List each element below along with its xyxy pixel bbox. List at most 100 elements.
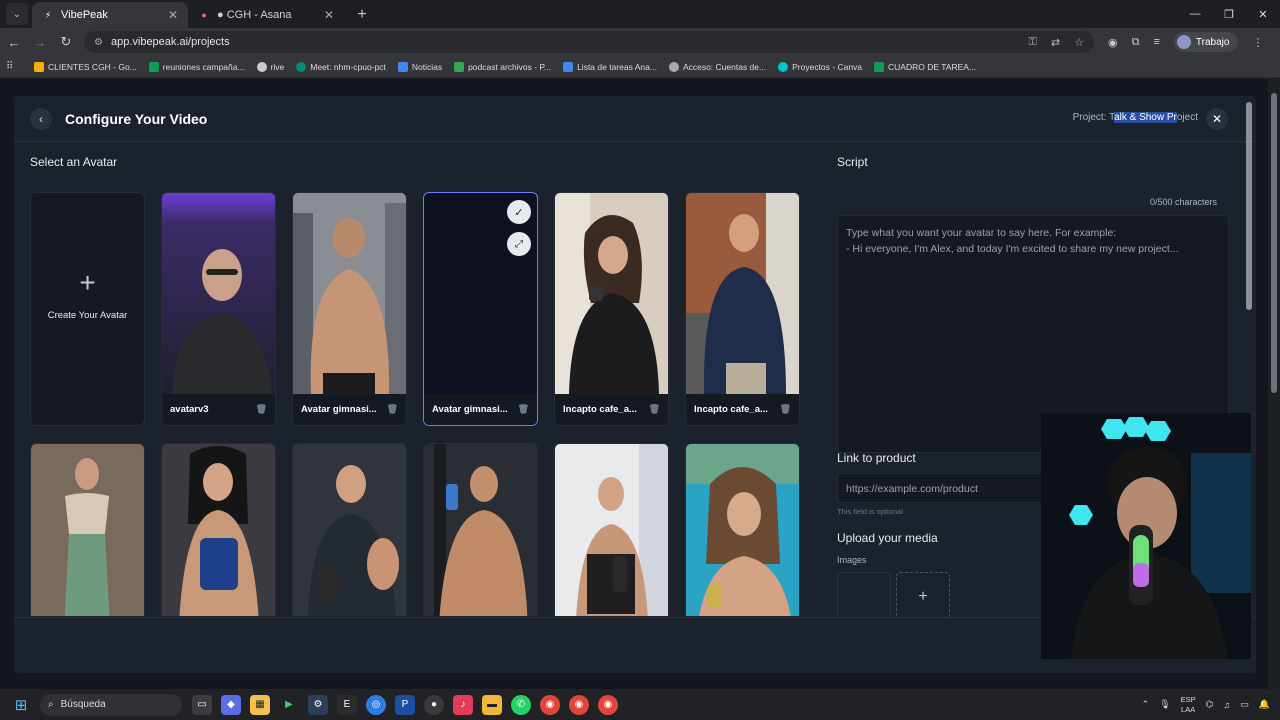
avatar-card-selected[interactable]: ✓ ⤢ Avatar gimnasi... 🗑 bbox=[423, 192, 538, 426]
create-avatar-label: Create Your Avatar bbox=[47, 310, 128, 321]
obs-icon[interactable]: ● bbox=[424, 694, 444, 715]
app-icon[interactable]: ◎ bbox=[366, 694, 386, 715]
page-scrollbar[interactable] bbox=[1268, 79, 1280, 689]
bookmark-item[interactable]: CLIENTES CGH - Go... bbox=[34, 61, 137, 72]
bookmark-item[interactable]: CUADRO DE TAREA... bbox=[874, 61, 977, 72]
scrollbar-thumb[interactable] bbox=[1246, 102, 1252, 310]
bookmark-label: CLIENTES CGH - Go... bbox=[48, 61, 137, 72]
product-link-input[interactable]: https://example.com/product bbox=[837, 473, 1047, 503]
avatar-card[interactable]: Incapto cafe_a... 🗑 bbox=[554, 192, 669, 426]
bookmark-item[interactable]: Proyectos - Canva bbox=[778, 61, 863, 72]
tiktok-icon[interactable]: ♪ bbox=[453, 694, 473, 715]
profile-button[interactable]: Trabajo bbox=[1173, 32, 1239, 52]
back-arrow-icon[interactable]: ← bbox=[2, 35, 26, 50]
link-to-product-title: Link to product bbox=[837, 451, 916, 465]
tab-label: ● CGH - Asana bbox=[217, 9, 292, 21]
address-bar[interactable]: ⚙ app.vibepeak.ai/projects ⚿ ⇄ ☆ bbox=[84, 31, 1094, 53]
create-avatar-card[interactable]: + Create Your Avatar bbox=[30, 192, 145, 426]
avatar-card[interactable] bbox=[685, 443, 800, 616]
bookmark-item[interactable]: Noticias bbox=[397, 61, 442, 72]
avatar-card[interactable] bbox=[554, 443, 669, 616]
expand-icon[interactable]: ⤢ bbox=[507, 232, 531, 256]
bookmark-item[interactable]: reuniones campaña... bbox=[148, 61, 245, 72]
project-name-selection: alk & Show Pr bbox=[1114, 112, 1177, 123]
tab-vibepeak[interactable]: ⚡ VibePeak ✕ bbox=[32, 2, 188, 28]
avatar-card[interactable]: Avatar gimnasi... 🗑 bbox=[292, 192, 407, 426]
check-icon[interactable]: ✓ bbox=[507, 200, 531, 224]
whatsapp-icon[interactable]: ✆ bbox=[511, 694, 531, 715]
scrollbar-thumb[interactable] bbox=[1271, 93, 1277, 393]
add-image-button[interactable]: + bbox=[896, 572, 950, 622]
notification-bell-icon[interactable]: 🔔 bbox=[1259, 699, 1270, 710]
bookmark-label: Meet: nhm-cpuo-pct bbox=[310, 61, 386, 72]
bookmark-item[interactable]: Meet: nhm-cpuo-pct bbox=[296, 61, 386, 72]
restore-icon[interactable]: ❐ bbox=[1212, 8, 1246, 21]
playstation-icon[interactable]: P bbox=[395, 694, 415, 715]
apps-grid-icon[interactable]: ⠿ bbox=[6, 61, 24, 72]
avatar-card[interactable] bbox=[423, 443, 538, 616]
modal-header: ‹ Configure Your Video bbox=[14, 96, 1256, 142]
media-player-icon[interactable]: ▶ bbox=[279, 695, 299, 715]
tab-search-icon[interactable]: ⌄ bbox=[6, 3, 28, 25]
bookmark-item[interactable]: Lista de tareas Ana... bbox=[563, 61, 657, 72]
upload-media-title: Upload your media bbox=[837, 531, 938, 545]
volume-icon[interactable]: ♫ bbox=[1224, 700, 1231, 710]
minimize-icon[interactable]: — bbox=[1178, 8, 1212, 20]
back-button[interactable]: ‹ bbox=[30, 107, 52, 130]
bookmark-label: Lista de tareas Ana... bbox=[577, 61, 657, 72]
chrome-icon[interactable]: ◉ bbox=[540, 694, 560, 715]
bookmarks-bar: ⠿ CLIENTES CGH - Go... reuniones campaña… bbox=[0, 56, 1280, 78]
avatar-card[interactable]: Incapto cafe_a... 🗑 bbox=[685, 192, 800, 426]
bookmark-item[interactable]: podcast archivos - P... bbox=[454, 61, 551, 72]
reload-icon[interactable]: ↻ bbox=[54, 34, 78, 50]
avatar-card[interactable] bbox=[161, 443, 276, 616]
avatar-photo bbox=[162, 193, 275, 395]
bookmark-icon bbox=[778, 61, 789, 72]
close-window-icon[interactable]: ✕ bbox=[1246, 8, 1280, 21]
bookmark-label: reuniones campaña... bbox=[162, 61, 245, 72]
trash-icon[interactable]: 🗑 bbox=[649, 404, 660, 415]
bookmark-item[interactable]: Acceso: Cuentas de... bbox=[668, 61, 766, 72]
taskbar-search[interactable]: ⌕ Búsqueda bbox=[40, 693, 182, 716]
trash-icon[interactable]: 🗑 bbox=[780, 404, 791, 415]
chrome-work-icon[interactable]: ◉ bbox=[569, 694, 589, 715]
tab-asana[interactable]: ● ● CGH - Asana ✕ bbox=[188, 2, 344, 28]
forward-arrow-icon[interactable]: → bbox=[28, 35, 52, 50]
trash-icon[interactable]: 🗑 bbox=[387, 404, 398, 415]
microphone-icon[interactable]: 🎙 bbox=[1159, 699, 1170, 710]
trash-icon[interactable]: 🗑 bbox=[256, 404, 267, 415]
trash-icon[interactable]: 🗑 bbox=[518, 404, 529, 415]
chrome-profile-icon[interactable]: ◉ bbox=[598, 694, 618, 715]
epic-games-icon[interactable]: E bbox=[337, 694, 357, 715]
kebab-menu-icon[interactable]: ⋮ bbox=[1252, 36, 1263, 49]
chevron-up-icon[interactable]: ⌃ bbox=[1142, 699, 1150, 710]
copilot-icon[interactable]: ◆ bbox=[221, 694, 241, 715]
task-view-icon[interactable]: ▭ bbox=[192, 694, 212, 715]
battery-icon[interactable]: ▭ bbox=[1240, 699, 1249, 710]
avatar-card[interactable]: avatarv3 🗑 bbox=[161, 192, 276, 426]
network-icon[interactable]: ⌬ bbox=[1206, 699, 1214, 710]
store-icon[interactable]: ▦ bbox=[250, 694, 270, 715]
translate-icon[interactable]: ⇄ bbox=[1051, 36, 1060, 49]
bookmark-label: CUADRO DE TAREA... bbox=[888, 61, 977, 72]
search-icon: ⌕ bbox=[48, 699, 54, 710]
new-tab-icon[interactable]: + bbox=[350, 3, 374, 27]
close-modal-button[interactable]: ✕ bbox=[1206, 108, 1228, 130]
bookmark-label: Proyectos - Canva bbox=[792, 61, 863, 72]
close-tab-icon[interactable]: ✕ bbox=[324, 8, 334, 22]
avatar-card[interactable] bbox=[292, 443, 407, 616]
bookmark-item[interactable]: rive bbox=[256, 61, 284, 72]
key-icon[interactable]: ⚿ bbox=[1029, 36, 1037, 49]
file-explorer-icon[interactable]: ▬ bbox=[482, 694, 502, 715]
media-control-icon[interactable]: ≡ bbox=[1153, 36, 1159, 48]
bookmark-star-icon[interactable]: ☆ bbox=[1074, 36, 1084, 49]
language-indicator[interactable]: ESP LAA bbox=[1181, 695, 1196, 715]
avatar-card[interactable] bbox=[30, 443, 145, 616]
extensions-icon[interactable]: ⧉ bbox=[1132, 36, 1140, 49]
site-info-icon[interactable]: ⚙ bbox=[94, 37, 103, 48]
avatar-photo bbox=[293, 193, 406, 395]
close-tab-icon[interactable]: ✕ bbox=[168, 8, 178, 22]
camera-icon[interactable]: ◉ bbox=[1108, 36, 1118, 49]
steam-icon[interactable]: ⚙ bbox=[308, 694, 328, 715]
windows-start-icon[interactable]: ⊞ bbox=[10, 694, 32, 716]
